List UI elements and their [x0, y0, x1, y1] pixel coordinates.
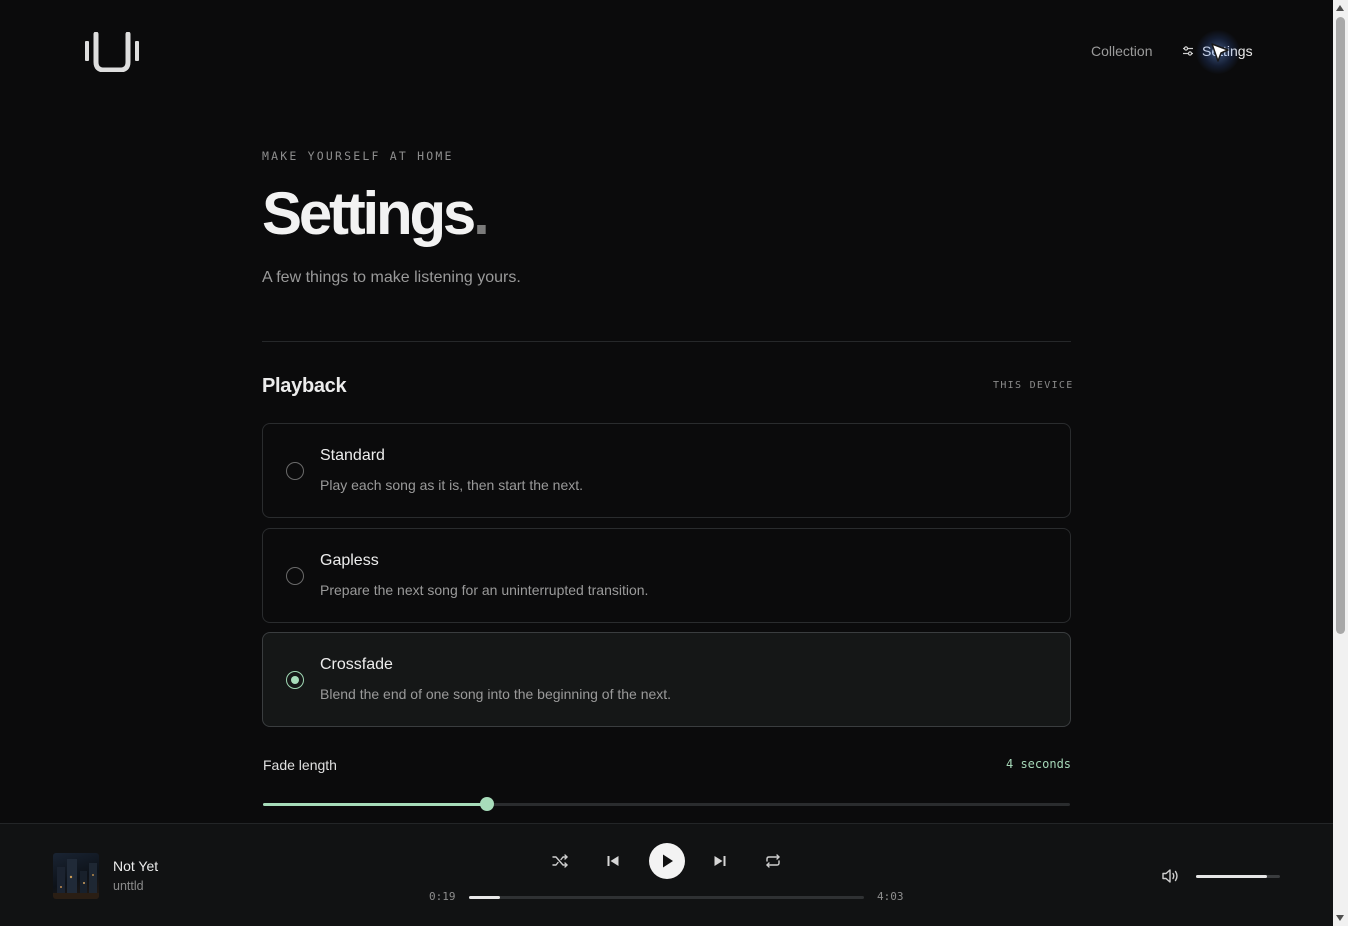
- page-scrollbar[interactable]: [1333, 0, 1348, 926]
- option-label: Gapless: [320, 552, 379, 569]
- playback-option-gapless[interactable]: Gapless Prepare the next song for an uni…: [262, 528, 1071, 623]
- fade-length-value: 4 seconds: [1006, 757, 1072, 771]
- fade-length-label: Fade length: [263, 757, 337, 773]
- previous-icon: [607, 856, 619, 866]
- shuffle-button[interactable]: [550, 851, 570, 871]
- playback-option-crossfade[interactable]: Crossfade Blend the end of one song into…: [262, 632, 1071, 727]
- volume-icon[interactable]: [1160, 867, 1180, 885]
- volume-slider-fill: [1196, 875, 1268, 878]
- playback-progress-bar[interactable]: [469, 896, 864, 899]
- repeat-icon: [766, 854, 780, 868]
- page-eyebrow: MAKE YOURSELF AT HOME: [262, 149, 454, 163]
- previous-track-button[interactable]: [603, 851, 623, 871]
- option-description: Prepare the next song for an uninterrupt…: [320, 582, 649, 598]
- play-button[interactable]: [649, 843, 685, 879]
- page-title: Settings.: [262, 180, 490, 248]
- fade-length-slider-thumb[interactable]: [479, 797, 494, 811]
- mouse-cursor-icon: [1211, 43, 1229, 62]
- playback-option-standard[interactable]: Standard Play each song as it is, then s…: [262, 423, 1071, 518]
- track-artist[interactable]: unttld: [113, 879, 144, 893]
- album-art[interactable]: [53, 853, 99, 899]
- scroll-down-arrow-icon[interactable]: [1336, 915, 1344, 921]
- track-title[interactable]: Not Yet: [113, 858, 158, 874]
- playback-progress-fill: [469, 896, 500, 899]
- app-viewport: Collection Settings MAKE YOURSELF AT HOM…: [0, 0, 1333, 926]
- page-subtitle: A few things to make listening yours.: [262, 269, 521, 286]
- page-title-dot: .: [473, 180, 490, 247]
- option-label: Crossfade: [320, 656, 393, 673]
- track-duration: 4:03: [877, 890, 904, 903]
- now-playing-bar: Not Yet unttld 0:19 4:03: [0, 823, 1333, 926]
- option-description: Play each song as it is, then start the …: [320, 477, 584, 493]
- next-icon: [714, 856, 726, 866]
- shuffle-icon: [552, 854, 568, 868]
- crossfade-radio[interactable]: [286, 671, 304, 689]
- nav-collection-link[interactable]: Collection: [1091, 43, 1152, 59]
- standard-radio[interactable]: [286, 462, 304, 480]
- play-icon: [663, 854, 673, 868]
- option-description: Blend the end of one song into the begin…: [320, 686, 672, 702]
- scroll-up-arrow-icon[interactable]: [1336, 5, 1344, 11]
- elapsed-time: 0:19: [429, 890, 456, 903]
- fade-length-slider[interactable]: [263, 797, 1070, 811]
- header-divider: [262, 341, 1071, 342]
- option-label: Standard: [320, 447, 385, 464]
- fade-length-slider-fill: [263, 803, 487, 806]
- page-title-text: Settings: [262, 180, 476, 247]
- volume-slider[interactable]: [1196, 875, 1280, 878]
- repeat-button[interactable]: [763, 851, 783, 871]
- next-track-button[interactable]: [710, 851, 730, 871]
- playback-section-title: Playback: [262, 375, 347, 397]
- album-art-image: [53, 859, 99, 899]
- scrollbar-thumb[interactable]: [1336, 17, 1345, 634]
- playback-scope-tag: THIS DEVICE: [993, 380, 1074, 391]
- brand-logo[interactable]: [84, 32, 140, 72]
- sliders-icon: [1183, 46, 1193, 56]
- gapless-radio[interactable]: [286, 567, 304, 585]
